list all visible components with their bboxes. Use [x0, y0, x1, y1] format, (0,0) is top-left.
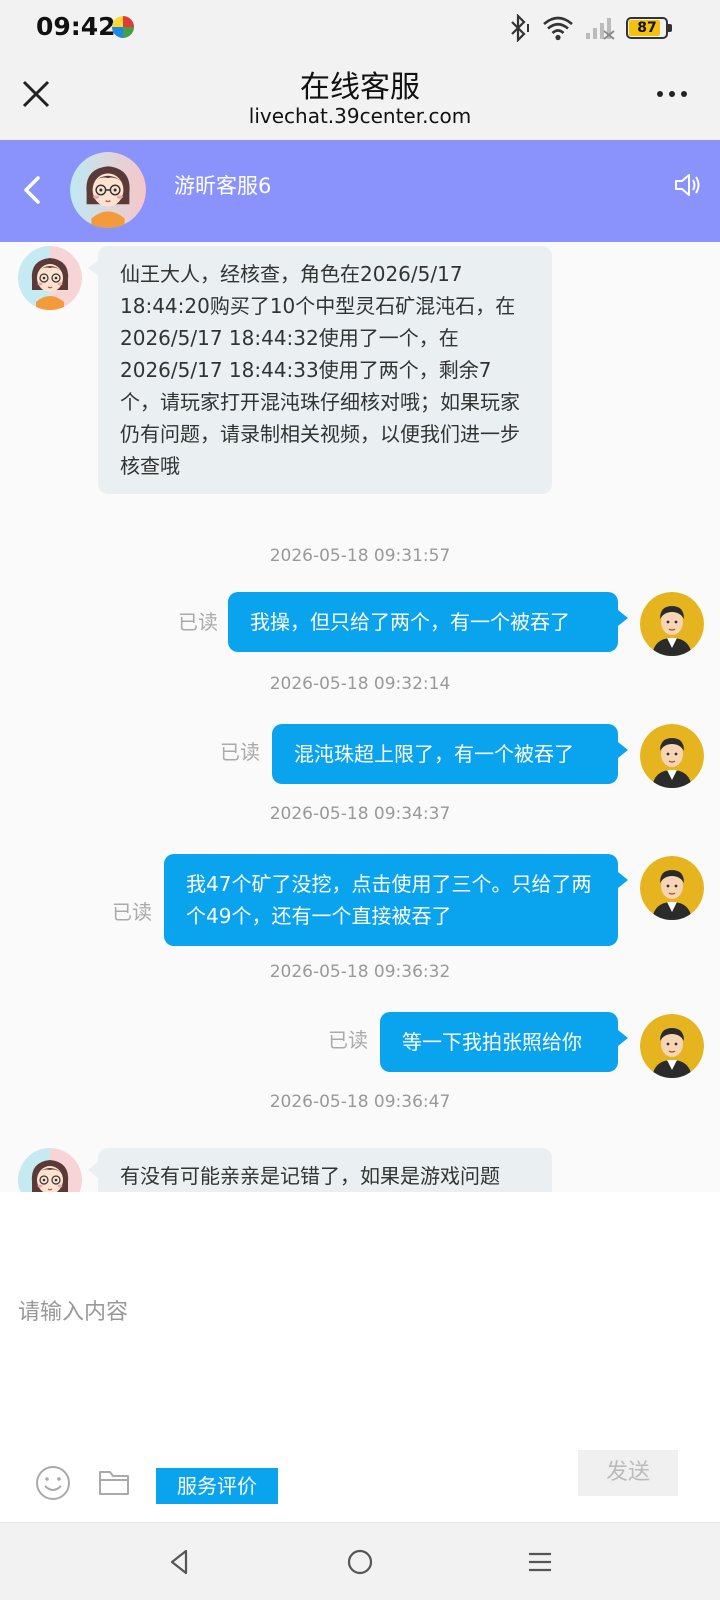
girl-avatar-icon: [18, 246, 82, 310]
outgoing-message[interactable]: 混沌珠超上限了，有一个被吞了: [272, 724, 628, 784]
wifi-icon: [543, 16, 573, 41]
battery-icon: 87: [626, 17, 672, 39]
user-avatar: [640, 592, 704, 656]
read-status: 已读: [220, 740, 260, 764]
browser-title-bar: 在线客服 livechat.39center.com: [0, 56, 720, 140]
battery-cap: [668, 24, 672, 32]
emoji-icon[interactable]: [34, 1464, 72, 1502]
status-time: 09:42: [36, 12, 116, 41]
status-bar: 09:42 87: [0, 0, 720, 56]
page-url: livechat.39center.com: [248, 104, 472, 128]
message-timestamp: 2026-05-18 09:36:47: [269, 1092, 451, 1112]
girl-avatar-icon: [18, 1148, 82, 1192]
message-timestamp: 2026-05-18 09:31:57: [269, 546, 451, 566]
system-nav-bar: [0, 1522, 720, 1600]
read-status: 已读: [178, 610, 218, 634]
man-avatar-icon: [640, 592, 704, 656]
app-notification-icon: [112, 16, 134, 38]
message-timestamp: 2026-05-18 09:36:32: [269, 962, 451, 982]
input-area: 服务评价 发送: [0, 1192, 720, 1522]
bluetooth-icon: [511, 14, 529, 42]
message-timestamp: 2026-05-18 09:32:14: [269, 674, 451, 694]
message-timestamp: 2026-05-18 09:34:37: [269, 804, 451, 824]
nav-home-icon[interactable]: [343, 1545, 377, 1579]
chat-message-list[interactable]: 仙王大人，经核查，角色在2026/5/17 18:44:20购买了10个中型灵石…: [0, 242, 720, 1192]
user-avatar: [640, 856, 704, 920]
read-status: 已读: [112, 900, 152, 924]
signal-icon: [586, 18, 615, 40]
girl-avatar-icon: [70, 152, 146, 228]
battery-level: 87: [637, 20, 657, 36]
back-arrow-icon[interactable]: [18, 172, 48, 208]
outgoing-message[interactable]: 我操，但只给了两个，有一个被吞了: [228, 592, 628, 652]
user-avatar: [640, 1014, 704, 1078]
incoming-message[interactable]: 有没有可能亲亲是记错了，如果是游戏问题: [88, 1148, 552, 1192]
read-status: 已读: [328, 1028, 368, 1052]
message-input[interactable]: [18, 1292, 698, 1332]
man-avatar-icon: [640, 856, 704, 920]
page-title: 在线客服: [300, 70, 420, 105]
man-avatar-icon: [640, 1014, 704, 1078]
chat-header: 游昕客服6: [0, 140, 720, 242]
folder-icon[interactable]: [98, 1468, 130, 1496]
speaker-icon[interactable]: [672, 170, 702, 200]
user-avatar: [640, 724, 704, 788]
agent-avatar: [70, 152, 146, 228]
agent-message-avatar: [18, 246, 82, 310]
incoming-message[interactable]: 仙王大人，经核查，角色在2026/5/17 18:44:20购买了10个中型灵石…: [88, 246, 552, 494]
agent-name: 游昕客服6: [174, 174, 272, 198]
service-rating-button[interactable]: 服务评价: [156, 1468, 278, 1504]
outgoing-message[interactable]: 我47个矿了没挖，点击使用了三个。只给了两个49个，还有一个直接被吞了: [164, 854, 628, 946]
nav-back-icon[interactable]: [162, 1545, 196, 1579]
nav-menu-icon[interactable]: [523, 1545, 557, 1579]
man-avatar-icon: [640, 724, 704, 788]
agent-message-avatar: [18, 1148, 82, 1192]
outgoing-message[interactable]: 等一下我拍张照给你: [380, 1012, 628, 1072]
send-button[interactable]: 发送: [578, 1450, 678, 1496]
more-options-icon[interactable]: [652, 82, 692, 106]
status-icons: 87: [506, 14, 672, 42]
